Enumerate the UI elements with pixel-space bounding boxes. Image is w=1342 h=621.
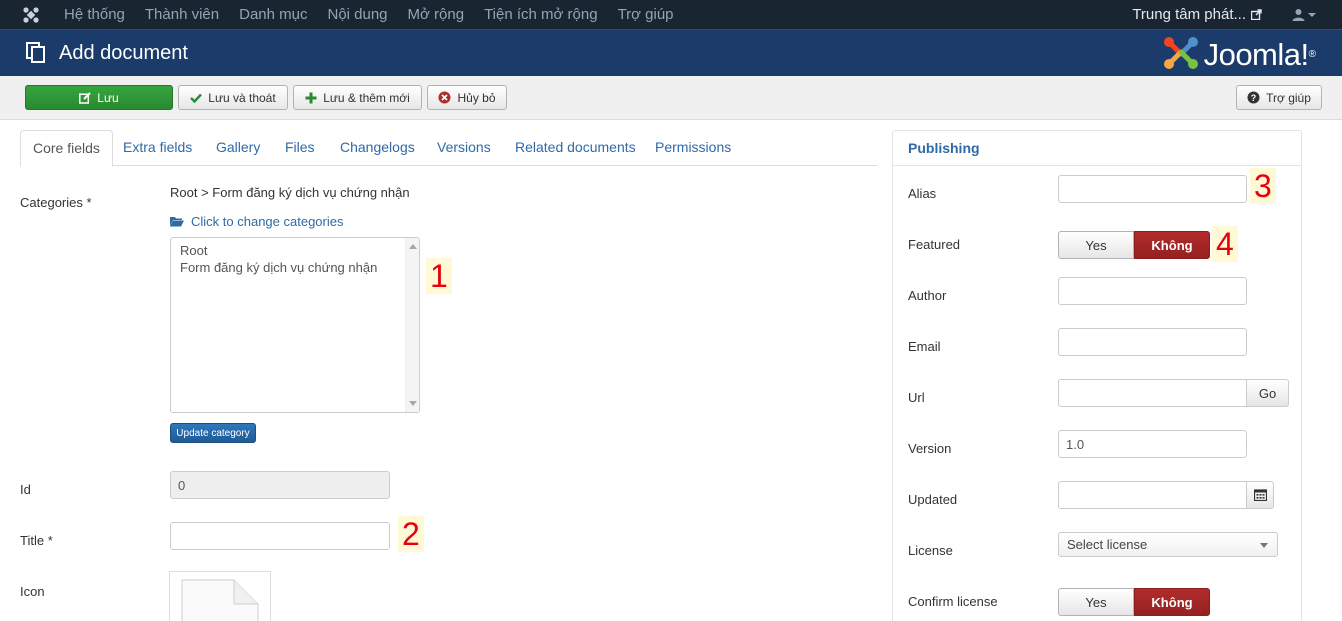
annotation-4: 4	[1212, 226, 1238, 262]
featured-no-button[interactable]: Không	[1134, 231, 1210, 259]
save-close-button[interactable]: Lưu và thoát	[178, 85, 288, 110]
joomla-logo-icon[interactable]	[22, 6, 48, 24]
save-label: Lưu	[97, 90, 119, 105]
chevron-down-icon	[1260, 543, 1268, 548]
file-icon	[181, 579, 259, 621]
main-menu: Hệ thống Thành viên Danh mục Nội dung Mở…	[64, 0, 694, 29]
tab-permissions[interactable]: Permissions	[643, 130, 743, 166]
menu-item-components[interactable]: Tiện ích mở rộng	[484, 0, 598, 29]
confirm-license-label: Confirm license	[908, 594, 998, 609]
tab-gallery[interactable]: Gallery	[204, 130, 272, 166]
url-label: Url	[908, 390, 925, 405]
url-go-button[interactable]: Go	[1246, 379, 1289, 407]
license-label: License	[908, 543, 953, 558]
page-title: Add document	[59, 42, 188, 64]
icon-preview[interactable]	[169, 571, 271, 621]
tab-core-fields[interactable]: Core fields	[20, 130, 113, 167]
external-link-icon[interactable]	[1251, 9, 1262, 20]
featured-toggle: Yes Không	[1058, 231, 1210, 259]
cancel-label: Hủy bỏ	[457, 90, 496, 105]
copy-documents-icon	[26, 42, 46, 67]
featured-yes-button[interactable]: Yes	[1058, 231, 1134, 259]
site-name-link[interactable]: Trung tâm phát...	[1132, 6, 1246, 23]
menu-item-help[interactable]: Trợ giúp	[618, 0, 674, 29]
author-label: Author	[908, 288, 947, 303]
tab-changelogs[interactable]: Changelogs	[328, 130, 427, 166]
alias-input[interactable]	[1058, 175, 1247, 203]
id-field	[170, 471, 390, 499]
save-button[interactable]: Lưu	[25, 85, 173, 110]
joomla-brand: Joomla! ®	[1162, 35, 1316, 74]
categories-label: Categories *	[20, 195, 92, 210]
version-input[interactable]	[1058, 430, 1247, 458]
title-label: Title *	[20, 533, 53, 548]
question-circle-icon: ?	[1247, 91, 1260, 104]
category-option-form[interactable]: Form đăng ký dịch vụ chứng nhận	[171, 259, 419, 276]
tab-files[interactable]: Files	[273, 130, 327, 166]
scroll-up-arrow-icon[interactable]	[409, 244, 417, 249]
tab-related-documents[interactable]: Related documents	[503, 130, 648, 166]
updated-input[interactable]	[1058, 481, 1247, 509]
author-input[interactable]	[1058, 277, 1247, 305]
license-select[interactable]: Select license	[1058, 532, 1278, 557]
alias-label: Alias	[908, 186, 937, 201]
svg-text:?: ?	[1251, 93, 1257, 103]
featured-label: Featured	[908, 237, 961, 252]
updated-label: Updated	[908, 492, 958, 507]
confirm-license-toggle: Yes Không	[1058, 588, 1210, 616]
topnav-right: Trung tâm phát...	[1132, 0, 1342, 29]
save-close-label: Lưu và thoát	[208, 90, 276, 105]
publishing-header: Publishing	[893, 131, 1301, 166]
url-input[interactable]	[1058, 379, 1247, 407]
user-icon[interactable]	[1292, 8, 1316, 21]
plus-icon	[305, 92, 317, 104]
category-option-root[interactable]: Root	[171, 242, 419, 259]
annotation-1: 1	[426, 258, 452, 294]
toolbar: Lưu Lưu và thoát Lưu & thêm mới Hủy bỏ ?…	[0, 76, 1342, 120]
tab-extra-fields[interactable]: Extra fields	[111, 130, 204, 166]
change-categories-link[interactable]: Click to change categories	[170, 214, 343, 229]
license-selected-value: Select license	[1067, 537, 1148, 552]
joomla-logo-icon	[1162, 35, 1200, 74]
cancel-circle-icon	[438, 91, 451, 104]
menu-item-extensions[interactable]: Mở rộng	[408, 0, 465, 29]
annotation-2: 2	[398, 516, 424, 552]
annotation-3: 3	[1250, 168, 1276, 204]
menu-item-content[interactable]: Nội dung	[327, 0, 387, 29]
title-input[interactable]	[170, 522, 390, 550]
page-header: Add document Joomla! ®	[0, 29, 1342, 76]
check-icon	[190, 93, 203, 103]
listbox-scrollbar[interactable]	[405, 238, 419, 412]
menu-item-categories[interactable]: Danh mục	[239, 0, 307, 29]
scroll-down-arrow-icon[interactable]	[409, 401, 417, 406]
confirm-license-yes-button[interactable]: Yes	[1058, 588, 1134, 616]
cancel-button[interactable]: Hủy bỏ	[427, 85, 507, 110]
confirm-license-no-button[interactable]: Không	[1134, 588, 1210, 616]
calendar-button[interactable]	[1246, 481, 1274, 509]
registered-mark: ®	[1308, 49, 1316, 60]
change-categories-text: Click to change categories	[191, 214, 344, 229]
save-new-button[interactable]: Lưu & thêm mới	[293, 85, 422, 110]
calendar-icon	[1253, 489, 1267, 501]
tab-bar: Core fields Extra fields Gallery Files C…	[20, 130, 877, 167]
save-new-label: Lưu & thêm mới	[323, 90, 410, 105]
folder-open-icon	[170, 216, 184, 227]
email-input[interactable]	[1058, 328, 1247, 356]
email-label: Email	[908, 339, 941, 354]
top-navigation: Hệ thống Thành viên Danh mục Nội dung Mở…	[0, 0, 1342, 29]
menu-item-system[interactable]: Hệ thống	[64, 0, 125, 29]
joomla-wordmark: Joomla!	[1203, 36, 1310, 72]
categories-path: Root > Form đăng ký dịch vụ chứng nhận	[170, 185, 410, 200]
edit-icon	[79, 91, 92, 104]
menu-item-users[interactable]: Thành viên	[145, 0, 219, 29]
help-button[interactable]: ? Trợ giúp	[1236, 85, 1322, 110]
id-label: Id	[20, 482, 31, 497]
update-category-button[interactable]: Update category	[170, 423, 256, 443]
tab-versions[interactable]: Versions	[425, 130, 503, 166]
icon-label: Icon	[20, 584, 45, 599]
categories-listbox[interactable]: Root Form đăng ký dịch vụ chứng nhận	[170, 237, 420, 413]
help-label: Trợ giúp	[1266, 90, 1311, 105]
version-label: Version	[908, 441, 952, 456]
publishing-heading: Publishing	[908, 140, 980, 156]
